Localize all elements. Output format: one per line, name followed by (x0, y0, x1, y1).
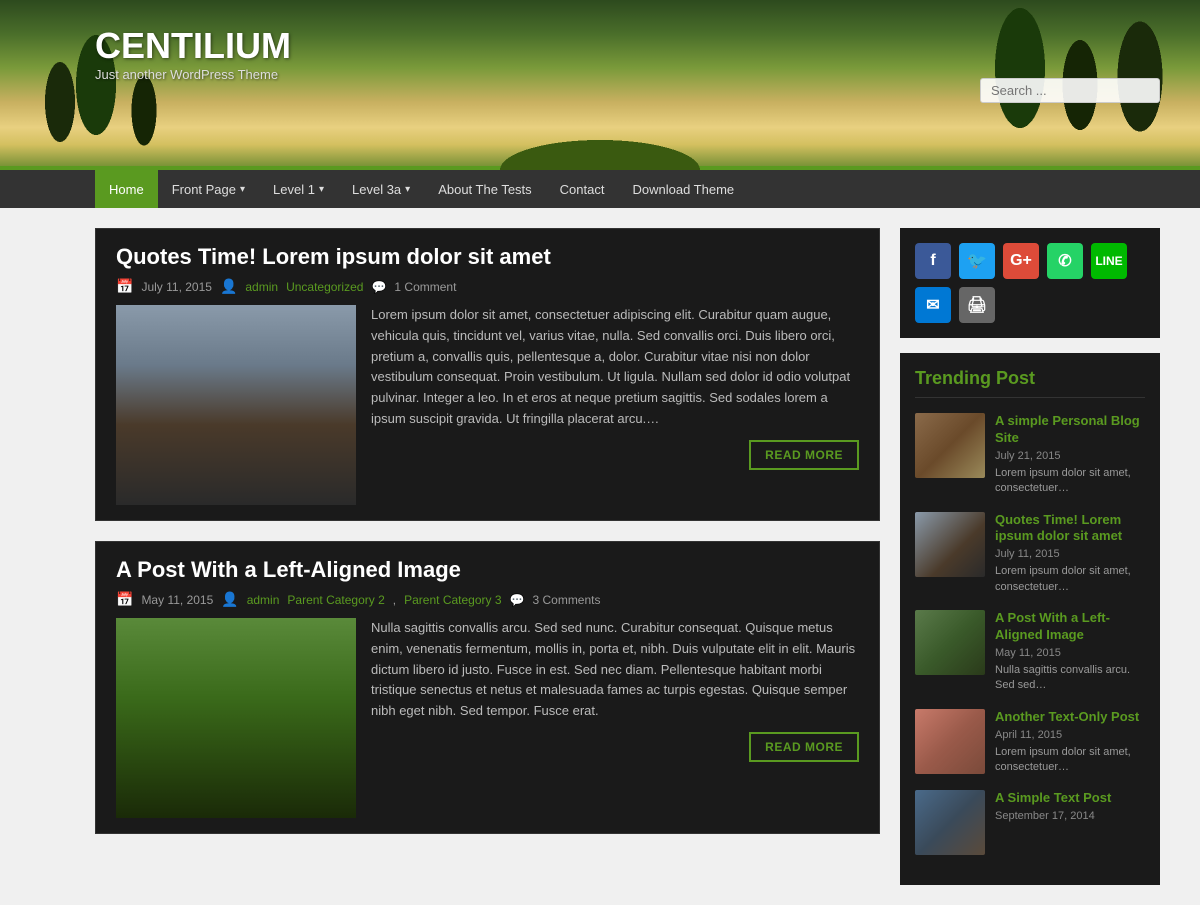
trending-excerpt: Nulla sagittis convallis arcu. Sed sed… (995, 663, 1145, 694)
main-nav: Home Front Page ▾ Level 1 ▾ Level 3a ▾ A… (0, 170, 1200, 208)
trending-thumbnail (915, 610, 985, 675)
site-brand: CENTILIUM Just another WordPress Theme (95, 25, 291, 82)
image-placeholder (116, 305, 356, 505)
whatsapp-icon[interactable]: ✆ (1047, 243, 1083, 279)
trending-date: July 11, 2015 (995, 548, 1145, 560)
nav-front-page[interactable]: Front Page ▾ (158, 170, 259, 208)
post-meta: 📅 May 11, 2015 👤 admin Parent Category 2… (116, 591, 859, 608)
trending-thumbnail (915, 413, 985, 478)
trending-thumbnail (915, 709, 985, 774)
trending-post-title[interactable]: Quotes Time! Lorem ipsum dolor sit amet (995, 512, 1145, 546)
social-bar: f 🐦 G+ ✆ LINE ✉ 🖨 (900, 228, 1160, 338)
facebook-icon[interactable]: f (915, 243, 951, 279)
post-category[interactable]: Uncategorized (286, 280, 363, 294)
chevron-down-icon: ▾ (240, 184, 245, 195)
print-icon[interactable]: 🖨 (959, 287, 995, 323)
post-date: May 11, 2015 (141, 593, 213, 607)
trending-post-title[interactable]: A simple Personal Blog Site (995, 413, 1145, 447)
chevron-down-icon: ▾ (405, 184, 410, 195)
post-body: Lorem ipsum dolor sit amet, consectetuer… (96, 305, 879, 520)
image-placeholder (116, 618, 356, 818)
user-icon: 👤 (221, 591, 238, 608)
comment-icon: 💬 (371, 280, 386, 294)
post-card: Quotes Time! Lorem ipsum dolor sit amet … (95, 228, 880, 521)
trending-content: A simple Personal Blog Site July 21, 201… (995, 413, 1145, 497)
post-header: A Post With a Left-Aligned Image 📅 May 1… (96, 542, 879, 618)
trending-excerpt: Lorem ipsum dolor sit amet, consectetuer… (995, 466, 1145, 497)
trending-thumbnail (915, 512, 985, 577)
trending-item: Quotes Time! Lorem ipsum dolor sit amet … (915, 512, 1145, 596)
comment-icon: 💬 (510, 593, 525, 607)
line-icon[interactable]: LINE (1091, 243, 1127, 279)
trending-item: A Simple Text Post September 17, 2014 (915, 790, 1145, 855)
read-more-button[interactable]: READ MORE (749, 732, 859, 762)
trending-content: Another Text-Only Post April 11, 2015 Lo… (995, 709, 1145, 776)
post-text: Nulla sagittis convallis arcu. Sed sed n… (371, 618, 859, 818)
post-comments[interactable]: 1 Comment (394, 280, 456, 294)
trending-post-title[interactable]: A Simple Text Post (995, 790, 1145, 807)
site-header: CENTILIUM Just another WordPress Theme (0, 0, 1200, 170)
post-comments[interactable]: 3 Comments (532, 593, 600, 607)
post-author[interactable]: admin (247, 593, 280, 607)
nav-home[interactable]: Home (95, 170, 158, 208)
post-title[interactable]: Quotes Time! Lorem ipsum dolor sit amet (116, 244, 859, 270)
read-more-wrap: READ MORE (371, 722, 859, 762)
search-input[interactable] (980, 78, 1160, 103)
trending-content: A Post With a Left-Aligned Image May 11,… (995, 610, 1145, 694)
main-content: Quotes Time! Lorem ipsum dolor sit amet … (0, 228, 880, 885)
trending-item: A simple Personal Blog Site July 21, 201… (915, 413, 1145, 497)
trending-post-title[interactable]: A Post With a Left-Aligned Image (995, 610, 1145, 644)
nav-level3a[interactable]: Level 3a ▾ (338, 170, 424, 208)
nav-download-theme[interactable]: Download Theme (618, 170, 748, 208)
trending-date: July 21, 2015 (995, 450, 1145, 462)
trending-post-title[interactable]: Another Text-Only Post (995, 709, 1145, 726)
search-form (980, 78, 1160, 103)
post-card: A Post With a Left-Aligned Image 📅 May 1… (95, 541, 880, 834)
read-more-button[interactable]: READ MORE (749, 440, 859, 470)
trending-excerpt: Lorem ipsum dolor sit amet, consectetuer… (995, 564, 1145, 595)
post-header: Quotes Time! Lorem ipsum dolor sit amet … (96, 229, 879, 305)
post-date: July 11, 2015 (141, 280, 212, 294)
post-meta: 📅 July 11, 2015 👤 admin Uncategorized 💬 … (116, 278, 859, 295)
trending-excerpt: Lorem ipsum dolor sit amet, consectetuer… (995, 745, 1145, 776)
calendar-icon: 📅 (116, 591, 133, 608)
post-category2[interactable]: Parent Category 3 (404, 593, 501, 607)
email-icon[interactable]: ✉ (915, 287, 951, 323)
user-icon: 👤 (220, 278, 237, 295)
trending-title: Trending Post (915, 368, 1145, 398)
site-title[interactable]: CENTILIUM (95, 25, 291, 67)
trending-date: April 11, 2015 (995, 729, 1145, 741)
post-author[interactable]: admin (245, 280, 278, 294)
googleplus-icon[interactable]: G+ (1003, 243, 1039, 279)
post-image (116, 305, 356, 505)
read-more-wrap: READ MORE (371, 430, 859, 470)
post-body: Nulla sagittis convallis arcu. Sed sed n… (96, 618, 879, 833)
post-category1[interactable]: Parent Category 2 (287, 593, 384, 607)
trending-thumbnail (915, 790, 985, 855)
post-excerpt: Lorem ipsum dolor sit amet, consectetuer… (371, 305, 859, 430)
post-image (116, 618, 356, 818)
post-excerpt: Nulla sagittis convallis arcu. Sed sed n… (371, 618, 859, 722)
twitter-icon[interactable]: 🐦 (959, 243, 995, 279)
trending-item: A Post With a Left-Aligned Image May 11,… (915, 610, 1145, 694)
nav-contact[interactable]: Contact (546, 170, 619, 208)
trending-date: September 17, 2014 (995, 810, 1145, 822)
site-tagline: Just another WordPress Theme (95, 67, 291, 82)
trending-content: Quotes Time! Lorem ipsum dolor sit amet … (995, 512, 1145, 596)
trending-item: Another Text-Only Post April 11, 2015 Lo… (915, 709, 1145, 776)
nav-about-tests[interactable]: About The Tests (424, 170, 545, 208)
chevron-down-icon: ▾ (319, 184, 324, 195)
post-title[interactable]: A Post With a Left-Aligned Image (116, 557, 859, 583)
trending-box: Trending Post A simple Personal Blog Sit… (900, 353, 1160, 885)
nav-level1[interactable]: Level 1 ▾ (259, 170, 338, 208)
trending-content: A Simple Text Post September 17, 2014 (995, 790, 1145, 826)
calendar-icon: 📅 (116, 278, 133, 295)
page-layout: Quotes Time! Lorem ipsum dolor sit amet … (0, 208, 1200, 905)
post-text: Lorem ipsum dolor sit amet, consectetuer… (371, 305, 859, 505)
sidebar: f 🐦 G+ ✆ LINE ✉ 🖨 Trending Post A simple… (900, 228, 1200, 885)
trending-date: May 11, 2015 (995, 647, 1145, 659)
